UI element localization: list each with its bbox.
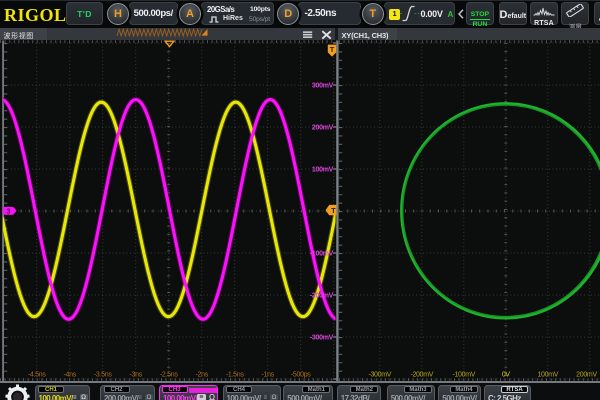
svg-text:-100mV: -100mV <box>310 251 334 258</box>
svg-text:200mV: 200mV <box>312 125 334 132</box>
svg-text:-200mV: -200mV <box>310 293 334 300</box>
svg-text:-2.5ns: -2.5ns <box>160 372 178 379</box>
svg-text:T: T <box>330 45 335 54</box>
svg-text:-300mV: -300mV <box>310 335 334 342</box>
svg-text:-3ns: -3ns <box>129 372 142 379</box>
svg-text:200mV: 200mV <box>576 372 597 379</box>
svg-text:-2ns: -2ns <box>195 372 208 379</box>
svg-text:0V: 0V <box>502 372 511 379</box>
svg-text:-100mV: -100mV <box>452 372 475 379</box>
svg-text:-200mV: -200mV <box>410 372 433 379</box>
svg-text:-1ns: -1ns <box>261 372 274 379</box>
svg-text:-4ns: -4ns <box>63 372 76 379</box>
svg-text:300mV: 300mV <box>312 83 334 90</box>
svg-text:T: T <box>331 206 336 215</box>
svg-text:3: 3 <box>6 207 10 216</box>
svg-text:100mV: 100mV <box>537 372 558 379</box>
svg-text:100mV: 100mV <box>312 167 334 174</box>
svg-text:-300mV: -300mV <box>368 372 391 379</box>
svg-text:-3.5ns: -3.5ns <box>94 372 112 379</box>
svg-text:-500ps: -500ps <box>291 372 311 379</box>
svg-text:-1.5ns: -1.5ns <box>226 372 244 379</box>
svg-text:-4.5ns: -4.5ns <box>28 372 46 379</box>
